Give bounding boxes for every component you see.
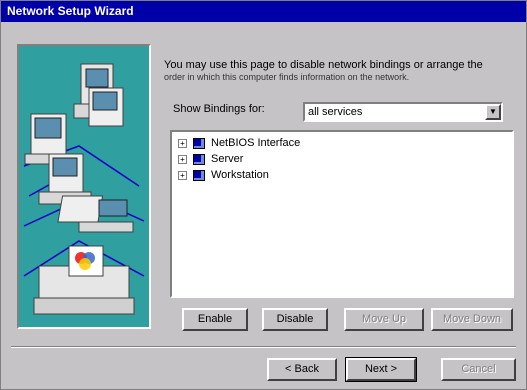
network-component-icon bbox=[193, 169, 205, 181]
show-bindings-label: Show Bindings for: bbox=[173, 103, 265, 115]
wizard-window: Network Setup Wizard You may use this pa… bbox=[0, 0, 527, 390]
network-illustration bbox=[17, 44, 151, 329]
enable-button[interactable]: Enable bbox=[182, 308, 248, 331]
tree-item-netbios[interactable]: + NetBIOS Interface bbox=[178, 136, 300, 150]
instructions-text: You may use this page to disable network… bbox=[164, 59, 509, 83]
instructions-line-1: You may use this page to disable network… bbox=[164, 59, 483, 71]
move-up-button[interactable]: Move Up bbox=[344, 308, 424, 331]
title-bar: Network Setup Wizard bbox=[1, 1, 526, 22]
tree-item-label: Server bbox=[211, 153, 244, 165]
tree-item-label: Workstation bbox=[211, 169, 269, 181]
tree-item-label: NetBIOS Interface bbox=[211, 137, 301, 149]
disable-button[interactable]: Disable bbox=[262, 308, 328, 331]
expand-toggle-icon[interactable]: + bbox=[178, 170, 187, 180]
tree-item-server[interactable]: + Server bbox=[178, 152, 243, 166]
cancel-button[interactable]: Cancel bbox=[441, 358, 516, 381]
instructions-line-2: order in which this computer finds infor… bbox=[164, 72, 410, 82]
network-component-icon bbox=[193, 153, 205, 165]
bindings-tree[interactable]: + NetBIOS Interface + Server + Workstation bbox=[170, 130, 514, 298]
tree-item-workstation[interactable]: + Workstation bbox=[178, 168, 269, 182]
network-computers-icon bbox=[23, 63, 145, 315]
back-button[interactable]: < Back bbox=[267, 358, 337, 381]
divider bbox=[11, 346, 516, 348]
show-bindings-value: all services bbox=[308, 106, 363, 118]
network-component-icon bbox=[193, 137, 205, 149]
window-title: Network Setup Wizard bbox=[7, 4, 134, 18]
move-down-button[interactable]: Move Down bbox=[431, 308, 513, 331]
next-button[interactable]: Next > bbox=[345, 357, 417, 382]
chevron-down-icon[interactable]: ▼ bbox=[485, 104, 501, 120]
expand-toggle-icon[interactable]: + bbox=[178, 154, 187, 164]
expand-toggle-icon[interactable]: + bbox=[178, 138, 187, 148]
show-bindings-dropdown[interactable]: all services ▼ bbox=[303, 102, 503, 122]
